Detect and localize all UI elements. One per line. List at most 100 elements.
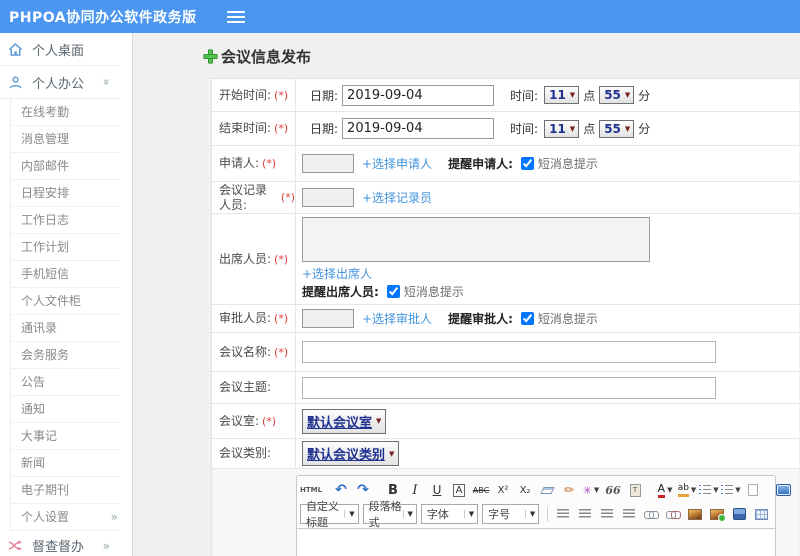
meeting-name-input[interactable]	[302, 341, 716, 363]
upload-image-icon[interactable]	[706, 504, 728, 525]
form-row-meeting-name: 会议名称: (*)	[212, 333, 799, 372]
insert-media-icon[interactable]	[728, 504, 750, 525]
eraser-icon[interactable]	[536, 480, 558, 501]
start-hour-select[interactable]: 11 ▼	[544, 86, 580, 104]
paste-icon[interactable]: T	[624, 480, 646, 501]
sidebar-subitem-label: 个人设置	[21, 510, 70, 524]
align-justify-icon[interactable]	[618, 504, 640, 525]
choose-recorder-link[interactable]: +选择记录员	[362, 189, 432, 206]
sidebar-subitem-sms[interactable]: 手机短信	[11, 261, 120, 288]
strikethrough-icon[interactable]: ABC	[470, 480, 492, 501]
recorder-input[interactable]	[302, 188, 354, 207]
caret-down-icon: ▼	[344, 510, 355, 518]
approver-sms-checkbox[interactable]	[520, 312, 534, 325]
sidebar-subitem-meeting-services[interactable]: 会务服务	[11, 342, 120, 369]
unlink-icon[interactable]	[662, 504, 684, 525]
blockquote-icon[interactable]: 66	[602, 480, 624, 501]
sidebar-item-label: 督查督办	[32, 540, 85, 555]
sidebar-item-personal-office[interactable]: 个人办公 »	[0, 66, 120, 99]
form-row-meeting-type: 会议类别: 默认会议类别 ▼	[212, 439, 799, 469]
shuffle-icon	[8, 540, 23, 551]
sidebar-subitem-internal-mail[interactable]: 内部邮件	[11, 153, 120, 180]
editor-content-area[interactable]	[296, 529, 776, 556]
sidebar-subitem-notices[interactable]: 通知	[11, 396, 120, 423]
new-page-icon[interactable]	[742, 480, 764, 501]
field-label: 会议室: (*)	[212, 404, 296, 438]
align-center-icon[interactable]	[574, 504, 596, 525]
field-label: 审批人员: (*)	[212, 305, 296, 332]
form-row-approver: 审批人员: (*) +选择审批人 提醒审批人: 短消息提示	[212, 305, 799, 333]
bold-icon[interactable]: B	[382, 480, 404, 501]
undo-icon[interactable]: ↶	[330, 480, 352, 501]
field-label: 会议名称: (*)	[212, 333, 296, 371]
end-hour-select[interactable]: 11 ▼	[544, 119, 580, 138]
caret-down-icon: ▼	[569, 124, 576, 133]
sidebar-subitem-announcements[interactable]: 公告	[11, 369, 120, 396]
sidebar-item-supervision[interactable]: 督查督办 »	[0, 531, 120, 556]
attendees-textarea[interactable]	[302, 217, 650, 262]
sidebar-subitem-attendance[interactable]: 在线考勤	[11, 99, 120, 126]
insert-image-icon[interactable]	[684, 504, 706, 525]
required-marker: (*)	[274, 88, 289, 102]
link-icon[interactable]	[640, 504, 662, 525]
end-date-input[interactable]	[342, 118, 495, 139]
meeting-room-select[interactable]: 默认会议室 ▼	[302, 408, 387, 434]
sidebar-subitem-work-log[interactable]: 工作日志	[11, 207, 120, 234]
approver-input[interactable]	[302, 309, 354, 328]
fullscreen-icon[interactable]	[772, 480, 794, 501]
meeting-type-select[interactable]: 默认会议类别 ▼	[302, 441, 400, 466]
field-label: 结束时间: (*)	[212, 112, 296, 145]
caret-down-icon: ▼	[569, 91, 576, 99]
sidebar-subitem-personal-settings[interactable]: 个人设置 »	[11, 504, 120, 531]
caret-down-icon: ▼	[463, 510, 474, 518]
font-style-icon[interactable]: A	[448, 480, 470, 501]
meeting-topic-input[interactable]	[302, 376, 716, 399]
sidebar-item-personal-desktop[interactable]: 个人桌面	[0, 33, 120, 66]
ordered-list-icon[interactable]: ▼	[698, 480, 720, 501]
app-title: PHPOA协同办公软件政务版	[9, 9, 197, 26]
italic-icon[interactable]: I	[404, 480, 426, 501]
unordered-list-icon[interactable]: ▼	[720, 480, 742, 501]
start-minute-select[interactable]: 55 ▼	[599, 86, 635, 104]
paragraph-format-select[interactable]: 段落格式 ▼	[362, 500, 417, 529]
caret-down-icon: ▼	[376, 417, 382, 425]
sidebar-subitem-file-cabinet[interactable]: 个人文件柜	[11, 288, 120, 315]
applicant-sms-checkbox[interactable]	[520, 157, 534, 170]
align-right-icon[interactable]	[596, 504, 618, 525]
font-color-icon[interactable]: A ▼	[654, 480, 676, 501]
choose-attendees-link[interactable]: +选择出席人	[302, 265, 372, 282]
chevron-double-right-icon: »	[102, 538, 110, 553]
superscript-icon[interactable]: X²	[492, 480, 514, 501]
html-source-button[interactable]: HTML	[300, 480, 322, 501]
font-family-select[interactable]: 字体 ▼	[420, 504, 479, 524]
sidebar-subitem-memorabilia[interactable]: 大事记	[11, 423, 120, 450]
required-marker: (*)	[274, 345, 289, 359]
sidebar-subitem-work-plan[interactable]: 工作计划	[11, 234, 120, 261]
caret-down-icon: ▼	[713, 486, 719, 494]
attendees-sms-checkbox[interactable]	[386, 285, 400, 298]
align-left-icon[interactable]	[552, 504, 574, 525]
custom-heading-select[interactable]: 自定义标题 ▼	[300, 500, 359, 529]
sidebar-subitem-schedule[interactable]: 日程安排	[11, 180, 120, 207]
insert-table-icon[interactable]	[750, 504, 772, 525]
quick-format-icon[interactable]: ✳ ▼	[580, 480, 602, 501]
date-label: 日期:	[310, 122, 339, 136]
underline-icon[interactable]: U	[426, 480, 448, 501]
time-label: 时间:	[510, 122, 539, 136]
font-size-select[interactable]: 字号 ▼	[482, 504, 540, 524]
format-brush-icon[interactable]: ✏	[558, 480, 580, 501]
hamburger-icon[interactable]	[226, 10, 245, 23]
sidebar-subitem-messages[interactable]: 消息管理	[11, 126, 120, 153]
choose-applicant-link[interactable]: +选择申请人	[362, 155, 432, 172]
end-minute-select[interactable]: 55 ▼	[599, 119, 635, 138]
applicant-input[interactable]	[302, 154, 354, 173]
sidebar-subitem-e-journal[interactable]: 电子期刊	[11, 477, 120, 504]
redo-icon[interactable]: ↷	[352, 480, 374, 501]
sidebar-subitem-news[interactable]: 新闻	[11, 450, 120, 477]
subscript-icon[interactable]: X₂	[514, 480, 536, 501]
highlight-color-icon[interactable]: ab ▼	[676, 480, 698, 501]
choose-approver-link[interactable]: +选择审批人	[362, 310, 432, 327]
sidebar-subitem-contacts[interactable]: 通讯录	[11, 315, 120, 342]
remind-applicant-label: 提醒申请人:	[448, 157, 513, 171]
start-date-input[interactable]	[342, 84, 495, 106]
